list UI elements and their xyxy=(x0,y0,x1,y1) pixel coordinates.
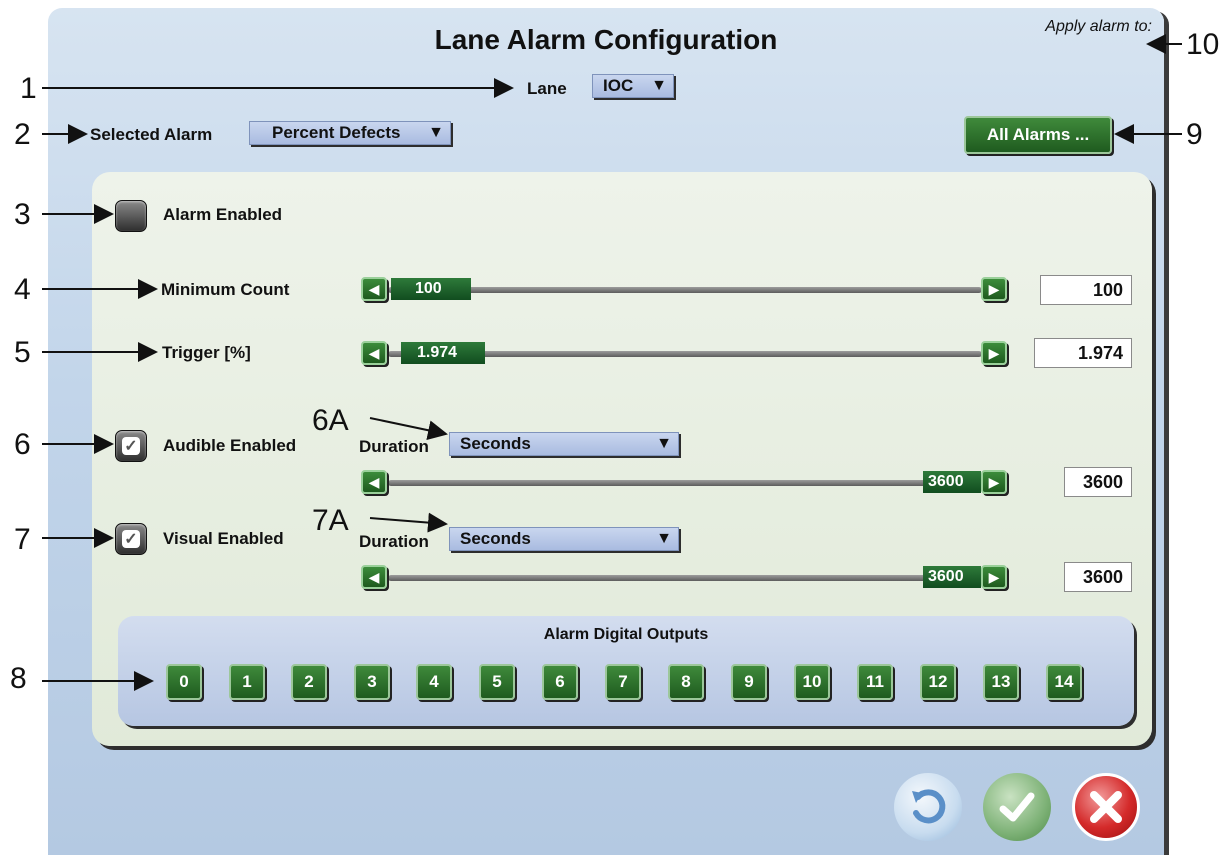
annotation-arrows xyxy=(42,34,1182,691)
arrow-6a xyxy=(369,417,448,441)
arrow-7a xyxy=(369,512,448,533)
